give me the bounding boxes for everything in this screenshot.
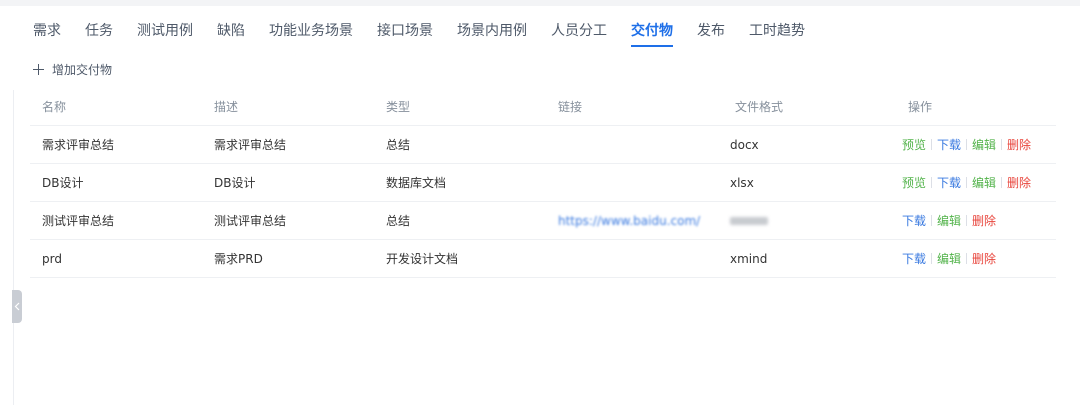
cell-file-format: xmind — [730, 251, 768, 266]
collapse-handle[interactable] — [12, 290, 22, 323]
cell-link[interactable]: https://www.baidu.com/ — [558, 202, 700, 239]
tab-bar: 需求 任务 测试用例 缺陷 功能业务场景 接口场景 场景内用例 人员分工 交付物… — [33, 21, 829, 47]
delete-button[interactable]: 删除 — [1007, 174, 1031, 191]
table-row: DB设计 DB设计 数据库文档 xlsx 预览 下载 编辑 删除 — [30, 164, 1056, 202]
row-actions: 下载 编辑 删除 — [902, 202, 996, 239]
divider — [966, 139, 968, 150]
cell-type: 数据库文档 — [386, 176, 447, 190]
cell-file-format — [730, 202, 768, 239]
tab-tasks[interactable]: 任务 — [85, 21, 113, 47]
column-header-name: 名称 — [42, 100, 67, 114]
tab-defects[interactable]: 缺陷 — [217, 21, 245, 47]
preview-button[interactable]: 预览 — [902, 136, 926, 153]
divider — [966, 253, 968, 264]
edit-button[interactable]: 编辑 — [972, 174, 996, 191]
cell-type: 总结 — [386, 214, 411, 228]
tab-deliverables[interactable]: 交付物 — [631, 21, 673, 47]
column-header-actions: 操作 — [908, 100, 933, 114]
tab-function-scenarios[interactable]: 功能业务场景 — [269, 21, 353, 47]
divider — [931, 139, 933, 150]
preview-button[interactable]: 预览 — [902, 174, 926, 191]
tab-work-hours-trend[interactable]: 工时趋势 — [749, 21, 805, 47]
column-header-link: 链接 — [558, 100, 583, 114]
tab-test-cases[interactable]: 测试用例 — [137, 21, 193, 47]
deliverables-table: 名称 描述 类型 链接 文件格式 操作 需求评审总结 需求评审总结 总结 doc… — [30, 88, 1056, 278]
cell-type: 开发设计文档 — [386, 252, 459, 266]
tab-staff-assignment[interactable]: 人员分工 — [551, 21, 607, 47]
column-header-type: 类型 — [386, 100, 411, 114]
download-button[interactable]: 下载 — [937, 174, 961, 191]
chevron-left-icon — [14, 302, 20, 311]
cell-type: 总结 — [386, 138, 411, 152]
row-actions: 预览 下载 编辑 删除 — [902, 126, 1031, 163]
cell-description: 需求评审总结 — [214, 138, 287, 152]
deliverable-link[interactable]: https://www.baidu.com/ — [558, 214, 700, 228]
table-row: 测试评审总结 测试评审总结 总结 https://www.baidu.com/ … — [30, 202, 1056, 240]
delete-button[interactable]: 删除 — [1007, 136, 1031, 153]
cell-name: 需求评审总结 — [42, 138, 115, 152]
divider — [966, 215, 968, 226]
row-actions: 下载 编辑 删除 — [902, 240, 996, 277]
redacted-format — [730, 216, 768, 225]
plus-icon — [33, 63, 44, 75]
tab-requirements[interactable]: 需求 — [33, 21, 61, 47]
cell-name: prd — [42, 251, 62, 266]
edit-button[interactable]: 编辑 — [937, 212, 961, 229]
download-button[interactable]: 下载 — [937, 136, 961, 153]
edit-button[interactable]: 编辑 — [972, 136, 996, 153]
left-panel-border — [13, 90, 14, 405]
cell-name: DB设计 — [42, 176, 84, 190]
cell-description: 需求PRD — [214, 252, 263, 266]
divider — [966, 177, 968, 188]
column-header-description: 描述 — [214, 100, 239, 114]
download-button[interactable]: 下载 — [902, 212, 926, 229]
divider — [931, 177, 933, 188]
delete-button[interactable]: 删除 — [972, 212, 996, 229]
delete-button[interactable]: 删除 — [972, 250, 996, 267]
divider — [1001, 177, 1003, 188]
edit-button[interactable]: 编辑 — [937, 250, 961, 267]
add-deliverable-label: 增加交付物 — [52, 62, 113, 77]
tab-release[interactable]: 发布 — [697, 21, 725, 47]
divider — [931, 215, 933, 226]
cell-file-format: docx — [730, 137, 759, 152]
row-actions: 预览 下载 编辑 删除 — [902, 164, 1031, 201]
divider — [931, 253, 933, 264]
add-deliverable-button[interactable]: 增加交付物 — [33, 60, 112, 78]
column-header-file-format: 文件格式 — [735, 100, 784, 114]
cell-description: 测试评审总结 — [214, 214, 287, 228]
tab-scenario-cases[interactable]: 场景内用例 — [457, 21, 527, 47]
tab-api-scenarios[interactable]: 接口场景 — [377, 21, 433, 47]
table-row: 需求评审总结 需求评审总结 总结 docx 预览 下载 编辑 删除 — [30, 126, 1056, 164]
divider — [1001, 139, 1003, 150]
table-header: 名称 描述 类型 链接 文件格式 操作 — [30, 88, 1056, 126]
cell-name: 测试评审总结 — [42, 214, 115, 228]
download-button[interactable]: 下载 — [902, 250, 926, 267]
cell-description: DB设计 — [214, 176, 256, 190]
top-strip — [0, 0, 1080, 6]
table-row: prd 需求PRD 开发设计文档 xmind 下载 编辑 删除 — [30, 240, 1056, 278]
cell-file-format: xlsx — [730, 175, 754, 190]
